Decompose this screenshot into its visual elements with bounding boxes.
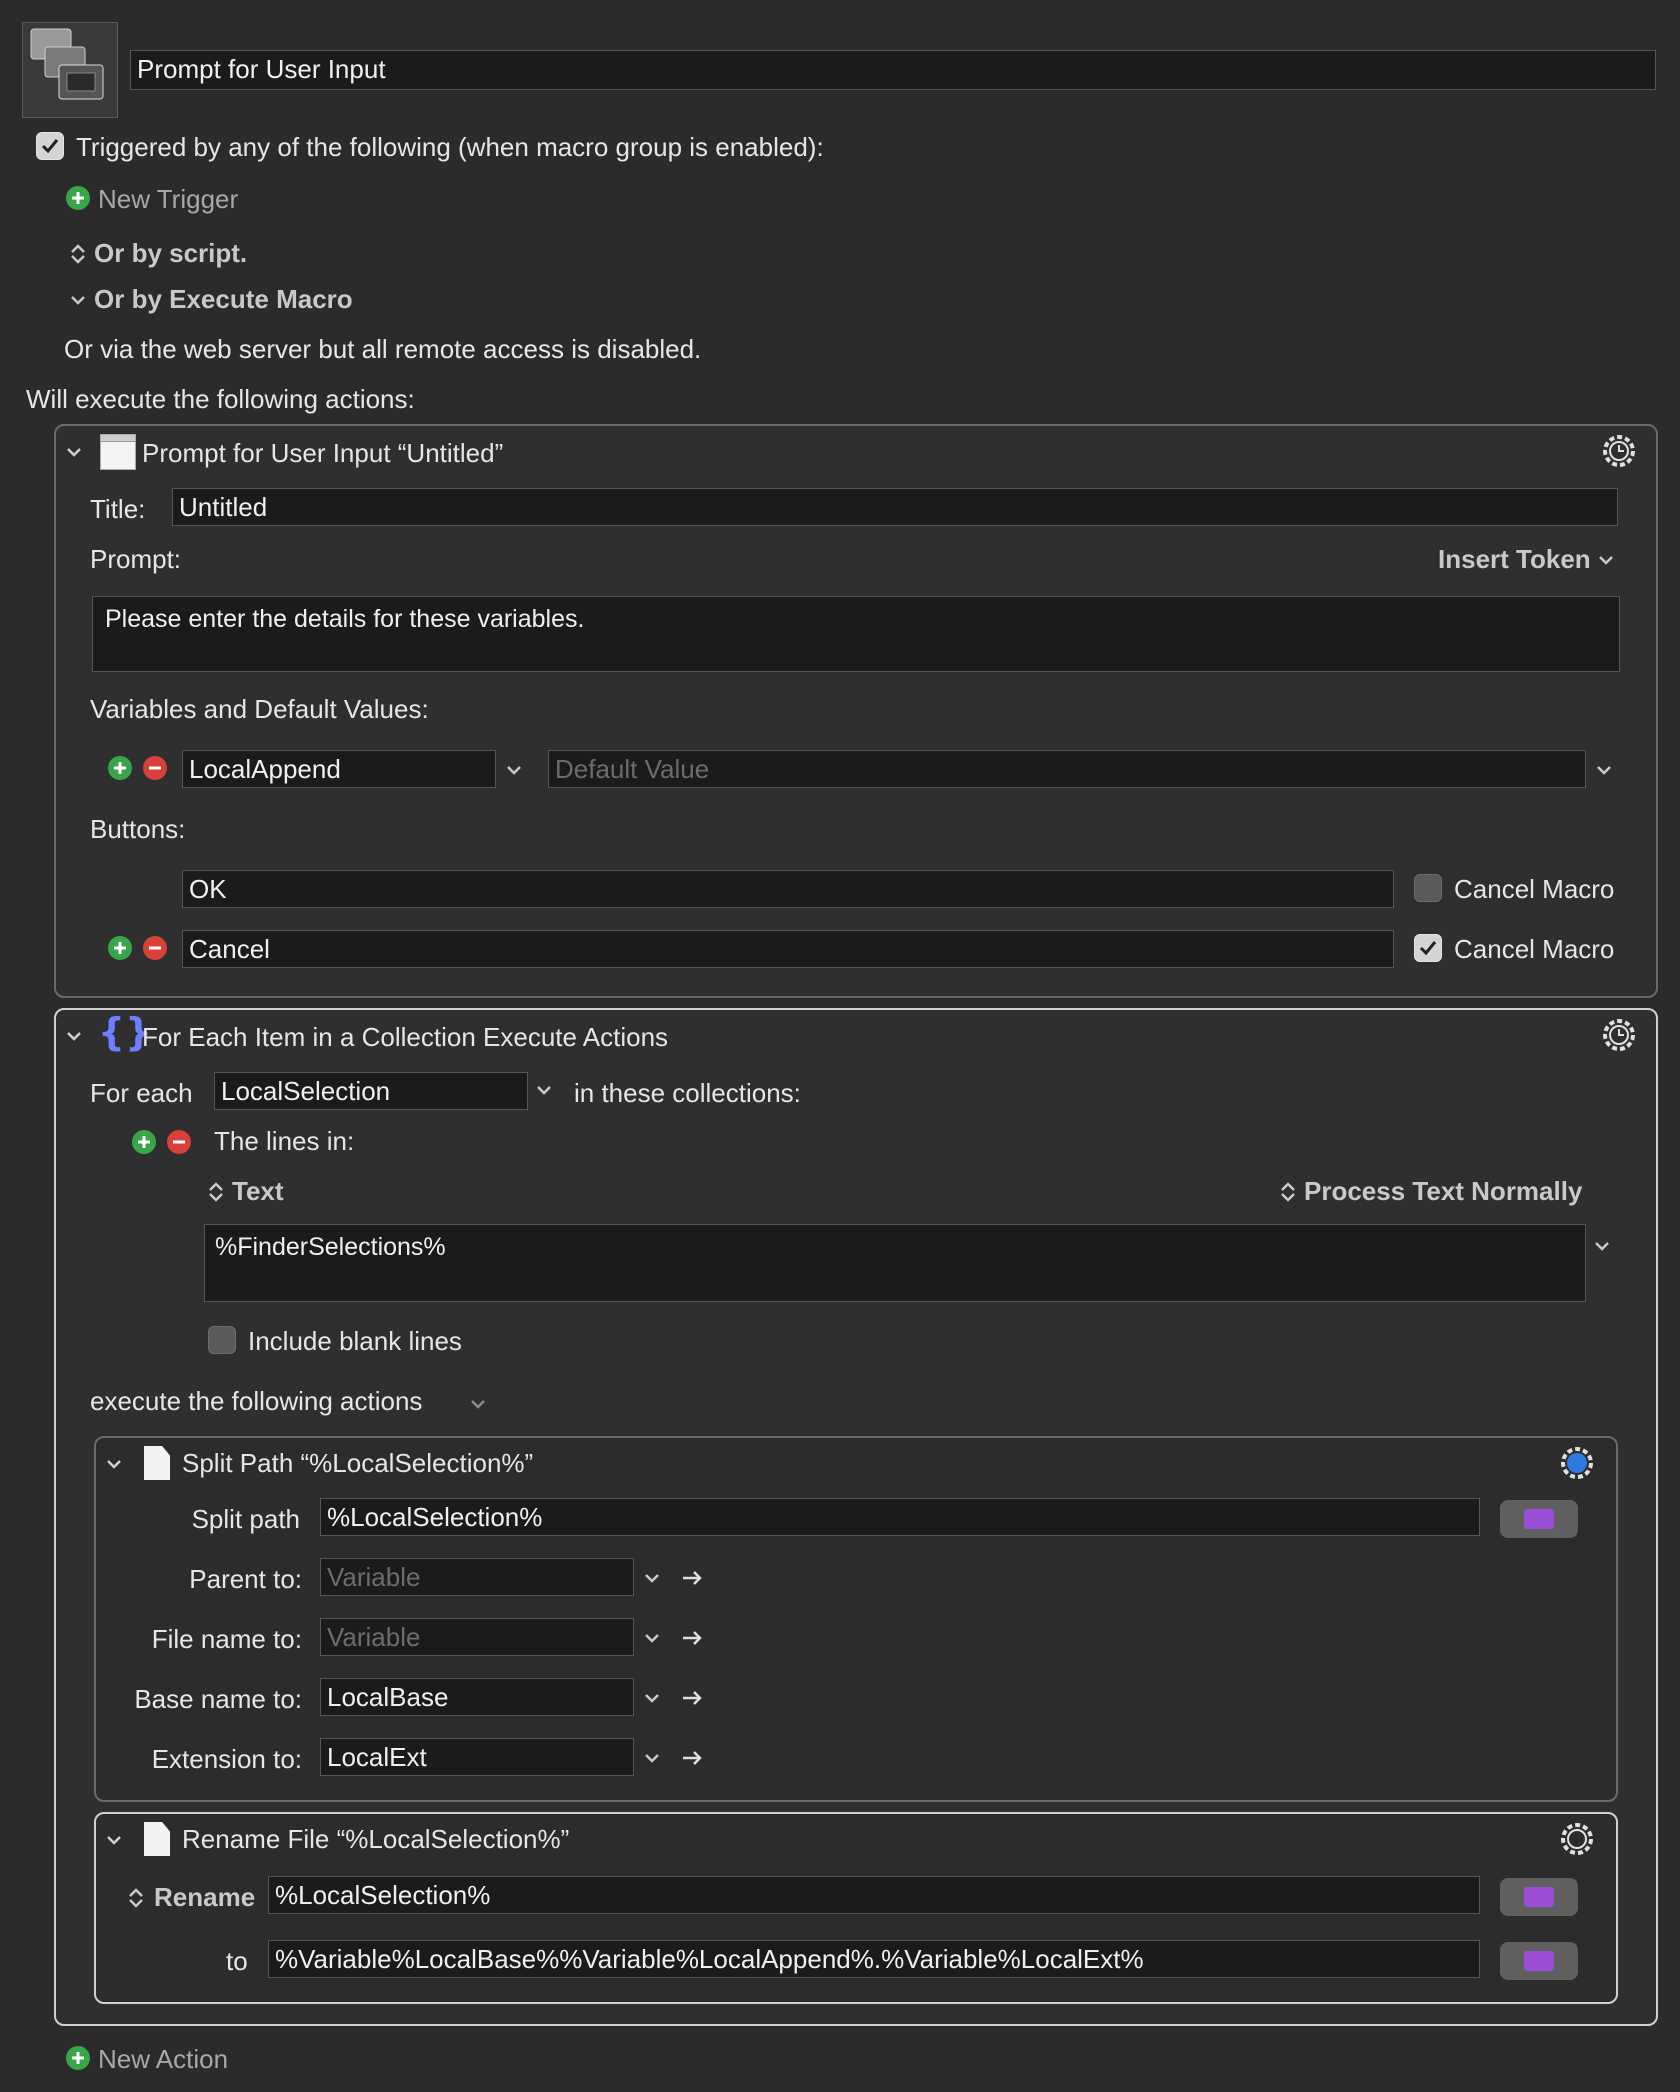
foreach-variable-field[interactable]: LocalSelection xyxy=(214,1072,528,1110)
prompt-action-header: Prompt for User Input “Untitled” xyxy=(142,438,504,468)
token-picker-icon[interactable] xyxy=(1500,1500,1578,1538)
token-picker-icon[interactable] xyxy=(1500,1942,1578,1980)
file-name-to-label: File name to: xyxy=(151,1624,302,1654)
cancel-macro-label: Cancel Macro xyxy=(1454,934,1615,964)
insert-token-chevron-icon[interactable] xyxy=(1594,548,1618,572)
rename-target-field[interactable]: %Variable%LocalBase%%Variable%LocalAppen… xyxy=(268,1940,1480,1978)
updown-chevron-icon[interactable] xyxy=(124,1886,148,1910)
gear-clock-icon[interactable] xyxy=(1598,430,1640,472)
cancel-macro-checkbox-cancel[interactable] xyxy=(1414,934,1442,962)
macro-name-field[interactable]: Prompt for User Input xyxy=(130,50,1656,90)
parent-to-label: Parent to: xyxy=(189,1564,302,1594)
will-execute-label: Will execute the following actions: xyxy=(26,384,415,414)
variables-label: Variables and Default Values: xyxy=(90,694,429,724)
collapse-chevron-icon[interactable] xyxy=(62,440,86,464)
arrow-right-icon[interactable] xyxy=(680,1626,704,1650)
variable-chevron-icon[interactable] xyxy=(502,758,526,782)
split-path-field[interactable]: %LocalSelection% xyxy=(320,1498,1480,1536)
foreach-variable-chevron-icon[interactable] xyxy=(532,1078,556,1102)
parent-to-chevron-icon[interactable] xyxy=(640,1566,664,1590)
default-value-field[interactable]: Default Value xyxy=(548,750,1586,788)
gear-icon[interactable] xyxy=(1556,1818,1598,1860)
gear-blue-icon[interactable] xyxy=(1556,1442,1598,1484)
window-icon xyxy=(100,434,136,470)
collapse-chevron-icon[interactable] xyxy=(102,1828,126,1852)
triggered-checkbox[interactable] xyxy=(36,132,64,160)
insert-token-menu[interactable]: Insert Token xyxy=(1438,544,1591,575)
title-field[interactable]: Untitled xyxy=(172,488,1618,526)
lines-in-label: The lines in: xyxy=(214,1126,355,1156)
rename-file-header: Rename File “%LocalSelection%” xyxy=(182,1824,570,1854)
add-variable-icon[interactable] xyxy=(108,756,132,780)
or-by-execute-toggle[interactable]: Or by Execute Macro xyxy=(94,284,353,315)
arrow-right-icon[interactable] xyxy=(680,1566,704,1590)
updown-chevron-icon[interactable] xyxy=(1276,1180,1300,1204)
collection-text-chevron-icon[interactable] xyxy=(1590,1234,1614,1258)
extension-to-field[interactable]: LocalExt xyxy=(320,1738,634,1776)
new-trigger-button[interactable]: New Trigger xyxy=(98,184,238,215)
remove-collection-icon[interactable] xyxy=(167,1130,191,1154)
cancel-macro-checkbox-ok[interactable] xyxy=(1414,874,1442,902)
file-name-to-field[interactable]: Variable xyxy=(320,1618,634,1656)
updown-chevron-icon[interactable] xyxy=(66,242,90,266)
arrow-right-icon[interactable] xyxy=(680,1686,704,1710)
variable-name-field[interactable]: LocalAppend xyxy=(182,750,496,788)
execute-following-label: execute the following actions xyxy=(90,1386,423,1416)
in-collections-label: in these collections: xyxy=(574,1078,801,1108)
collapse-chevron-icon[interactable] xyxy=(62,1024,86,1048)
collection-text-field[interactable]: %FinderSelections% xyxy=(204,1224,1586,1302)
prompt-textarea[interactable]: Please enter the details for these varia… xyxy=(92,596,1620,672)
text-mode-selector[interactable]: Text xyxy=(232,1176,284,1207)
split-path-header: Split Path “%LocalSelection%” xyxy=(182,1448,534,1478)
macro-icon[interactable] xyxy=(22,22,118,118)
rename-mode-selector[interactable]: Rename xyxy=(154,1882,255,1913)
include-blank-label: Include blank lines xyxy=(248,1326,462,1356)
document-icon xyxy=(144,1446,170,1480)
new-trigger-add-icon[interactable] xyxy=(66,186,90,210)
include-blank-checkbox[interactable] xyxy=(208,1326,236,1354)
buttons-label: Buttons: xyxy=(90,814,186,844)
base-name-to-field[interactable]: LocalBase xyxy=(320,1678,634,1716)
parent-to-field[interactable]: Variable xyxy=(320,1558,634,1596)
cancel-macro-label: Cancel Macro xyxy=(1454,874,1615,904)
execute-following-chevron-icon[interactable] xyxy=(466,1392,490,1416)
rename-source-field[interactable]: %LocalSelection% xyxy=(268,1876,1480,1914)
base-name-to-chevron-icon[interactable] xyxy=(640,1686,664,1710)
collapse-chevron-icon[interactable] xyxy=(102,1452,126,1476)
split-path-label: Split path xyxy=(191,1504,300,1534)
remove-button-icon[interactable] xyxy=(143,936,167,960)
extension-to-label: Extension to: xyxy=(151,1744,302,1774)
extension-to-chevron-icon[interactable] xyxy=(640,1746,664,1770)
base-name-to-label: Base name to: xyxy=(134,1684,302,1714)
arrow-right-icon[interactable] xyxy=(680,1746,704,1770)
for-each-label: For each xyxy=(90,1078,193,1108)
document-icon xyxy=(144,1822,170,1856)
button-ok-field[interactable]: OK xyxy=(182,870,1394,908)
triggered-label: Triggered by any of the following (when … xyxy=(76,132,824,162)
prompt-label: Prompt: xyxy=(90,544,182,574)
updown-chevron-icon[interactable] xyxy=(204,1180,228,1204)
foreach-action-header: For Each Item in a Collection Execute Ac… xyxy=(142,1022,669,1052)
default-value-chevron-icon[interactable] xyxy=(1592,758,1616,782)
title-label: Title: xyxy=(90,494,146,524)
add-collection-icon[interactable] xyxy=(132,1130,156,1154)
add-button-icon[interactable] xyxy=(108,936,132,960)
gear-clock-icon[interactable] xyxy=(1598,1014,1640,1056)
button-cancel-field[interactable]: Cancel xyxy=(182,930,1394,968)
rename-to-label: to xyxy=(226,1946,248,1976)
remove-variable-icon[interactable] xyxy=(143,756,167,780)
or-by-script-toggle[interactable]: Or by script. xyxy=(94,238,247,269)
web-server-note: Or via the web server but all remote acc… xyxy=(64,334,702,364)
process-mode-selector[interactable]: Process Text Normally xyxy=(1304,1176,1582,1207)
new-action-button[interactable]: New Action xyxy=(98,2044,228,2075)
new-action-add-icon[interactable] xyxy=(66,2046,90,2070)
chevron-down-icon[interactable] xyxy=(66,288,90,312)
file-name-to-chevron-icon[interactable] xyxy=(640,1626,664,1650)
token-picker-icon[interactable] xyxy=(1500,1878,1578,1916)
